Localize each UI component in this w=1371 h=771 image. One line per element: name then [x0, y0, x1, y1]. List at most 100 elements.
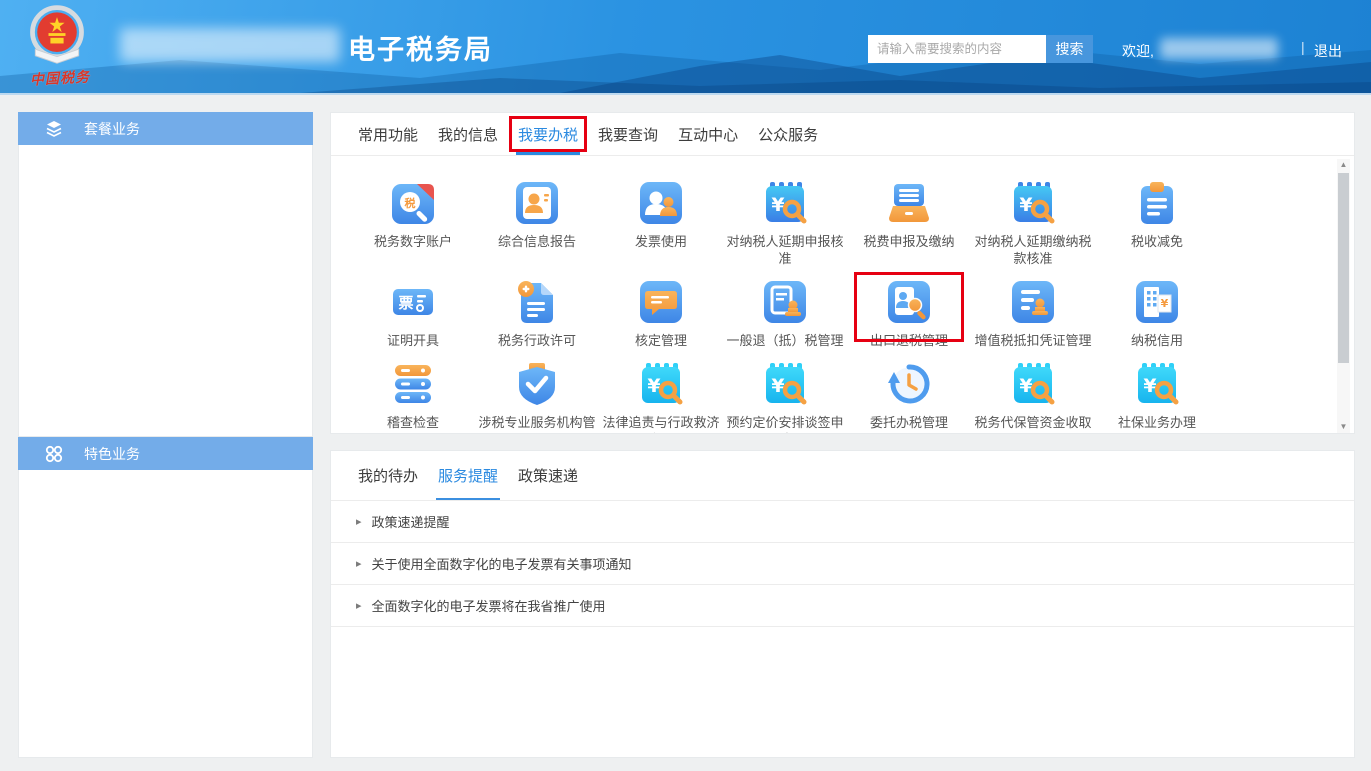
tab-label: 我的信息 — [438, 124, 498, 145]
arrow-right-icon: ▸ — [356, 599, 362, 612]
site-title: 电子税务局 — [348, 28, 493, 67]
clipboard-icon — [1133, 179, 1181, 227]
app-label: 核定管理 — [635, 332, 687, 349]
e-tax-portal: { "header": { "title": "电子税务局", "logo_ca… — [0, 0, 1371, 771]
app-label: 一般退（抵）税管理 — [726, 332, 843, 349]
tray-files-icon — [885, 179, 933, 227]
app-item[interactable]: ¥ 社保业务办理 — [1095, 360, 1219, 434]
tab-label: 我的待办 — [358, 465, 418, 486]
scrollbar[interactable]: ▲ ▼ — [1337, 159, 1350, 433]
svg-text:¥: ¥ — [647, 375, 660, 397]
tab-item[interactable]: 服务提醒 — [436, 451, 500, 500]
app-item[interactable]: 核定管理 — [599, 278, 723, 360]
tab-item[interactable]: 公众服务 — [756, 113, 820, 155]
arrow-right-icon: ▸ — [356, 557, 362, 570]
app-item[interactable]: 委托办税管理 — [847, 360, 971, 434]
calendar-search-cyan-icon: ¥ — [637, 360, 685, 408]
app-label: 对纳税人延期申报核准 — [724, 233, 846, 267]
app-item[interactable]: 税 税务数字账户 — [351, 179, 475, 261]
tab-item[interactable]: 我的信息 — [436, 113, 500, 155]
notice-item[interactable]: ▸ 关于使用全面数字化的电子发票有关事项通知 — [331, 543, 1354, 585]
app-item[interactable]: 增值税抵扣凭证管理 — [971, 278, 1095, 360]
tab-item[interactable]: 政策速递 — [516, 451, 580, 500]
header-separator: | — [1301, 39, 1305, 55]
tab-label: 互动中心 — [678, 124, 738, 145]
app-label: 税务行政许可 — [498, 332, 576, 349]
invoice-users-icon — [637, 179, 685, 227]
app-item[interactable]: ¥ 对纳税人延期申报核准 — [723, 179, 847, 278]
app-item[interactable]: 税务行政许可 — [475, 278, 599, 360]
search-input[interactable] — [868, 35, 1046, 63]
calendar-search-cyan-icon: ¥ — [1009, 360, 1057, 408]
app-item[interactable]: 发票使用 — [599, 179, 723, 261]
scroll-thumb[interactable] — [1338, 173, 1349, 363]
app-item[interactable]: ¥ 税务代保管资金收取 — [971, 360, 1095, 434]
person-report-icon — [513, 179, 561, 227]
sidebar-panel-featured — [18, 470, 313, 758]
app-grid: 税 税务数字账户 综合信息报告 发票使用 ¥ 对纳税人延期申报核准 税费申报及缴… — [331, 156, 1354, 434]
app-item[interactable]: 税收减免 — [1095, 179, 1219, 261]
shield-check-icon — [513, 360, 561, 408]
notice-text: 政策速递提醒 — [372, 512, 450, 531]
sidebar-header-featured[interactable]: 特色业务 — [18, 437, 313, 470]
tab-item[interactable]: 常用功能 — [356, 113, 420, 155]
tax-account-icon: 税 — [389, 179, 437, 227]
app-label: 发票使用 — [635, 233, 687, 250]
doc-plus-icon — [513, 278, 561, 326]
scroll-down-icon[interactable]: ▼ — [1337, 421, 1350, 433]
app-label: 增值税抵扣凭证管理 — [974, 332, 1091, 349]
function-panel: 常用功能 我的信息 我要办税 我要查询 互动中心 公众服务 税 税务数字账户 综… — [330, 112, 1355, 434]
tab-item[interactable]: 我的待办 — [356, 451, 420, 500]
svg-text:¥: ¥ — [1161, 297, 1169, 310]
calendar-search-blue-icon: ¥ — [1009, 179, 1057, 227]
sidebar-section-label: 特色业务 — [84, 444, 140, 464]
scroll-up-icon[interactable]: ▲ — [1337, 159, 1350, 171]
svg-text:¥: ¥ — [1019, 194, 1032, 216]
sidebar: 套餐业务 特色业务 — [18, 112, 313, 758]
sidebar-header-package[interactable]: 套餐业务 — [18, 112, 313, 145]
app-label: 证明开具 — [387, 332, 439, 349]
list-stamp-icon — [1009, 278, 1057, 326]
app-item[interactable]: 出口退税管理 — [847, 278, 971, 360]
notice-item[interactable]: ▸ 全面数字化的电子发票将在我省推广使用 — [331, 585, 1354, 627]
app-label: 出口退税管理 — [870, 332, 948, 349]
search-button[interactable]: 搜索 — [1046, 35, 1093, 63]
notice-text: 全面数字化的电子发票将在我省推广使用 — [372, 596, 606, 615]
calendar-search-cyan-icon: ¥ — [761, 360, 809, 408]
app-item[interactable]: 涉税专业服务机构管理 — [475, 360, 599, 434]
tab-label: 常用功能 — [358, 124, 418, 145]
app-item[interactable]: ¥ 纳税信用 — [1095, 278, 1219, 360]
notice-item[interactable]: ▸ 政策速递提醒 — [331, 501, 1354, 543]
app-label: 社保业务办理 — [1118, 414, 1196, 431]
header-banner: 中国税务 电子税务局 搜索 欢迎, | 退出 — [0, 0, 1371, 95]
calendar-search-cyan-icon: ¥ — [1133, 360, 1181, 408]
app-item[interactable]: 票 证明开具 — [351, 278, 475, 360]
tax-emblem-logo: 中国税务 — [12, 2, 108, 94]
layers-icon — [44, 119, 64, 139]
tab-item[interactable]: 互动中心 — [676, 113, 740, 155]
app-item[interactable]: 稽查检查 — [351, 360, 475, 434]
app-label: 对纳税人延期缴纳税款核准 — [972, 233, 1094, 267]
app-item[interactable]: 一般退（抵）税管理 — [723, 278, 847, 360]
app-item[interactable]: ¥ 预约定价安排谈签申请 — [723, 360, 847, 434]
app-label: 税务代保管资金收取 — [974, 414, 1091, 431]
svg-text:¥: ¥ — [771, 194, 784, 216]
app-item[interactable]: 综合信息报告 — [475, 179, 599, 261]
app-item[interactable]: ¥ 对纳税人延期缴纳税款核准 — [971, 179, 1095, 278]
app-item[interactable]: 税费申报及缴纳 — [847, 179, 971, 261]
logout-link[interactable]: 退出 — [1314, 41, 1342, 61]
tab-item[interactable]: 我要查询 — [596, 113, 660, 155]
function-tabs: 常用功能 我的信息 我要办税 我要查询 互动中心 公众服务 — [331, 113, 1354, 156]
app-label: 纳税信用 — [1131, 332, 1183, 349]
tab-item[interactable]: 我要办税 — [516, 113, 580, 155]
sidebar-section-label: 套餐业务 — [84, 119, 140, 139]
app-label: 综合信息报告 — [498, 233, 576, 250]
sidebar-panel-package — [18, 145, 313, 437]
tab-label: 我要查询 — [598, 124, 658, 145]
svg-text:¥: ¥ — [1019, 375, 1032, 397]
app-label: 税务数字账户 — [374, 233, 452, 250]
app-label: 税收减免 — [1131, 233, 1183, 250]
app-item[interactable]: ¥ 法律追责与行政救济事项 — [599, 360, 723, 434]
server-stack-icon — [389, 360, 437, 408]
app-label: 涉税专业服务机构管理 — [476, 414, 598, 434]
